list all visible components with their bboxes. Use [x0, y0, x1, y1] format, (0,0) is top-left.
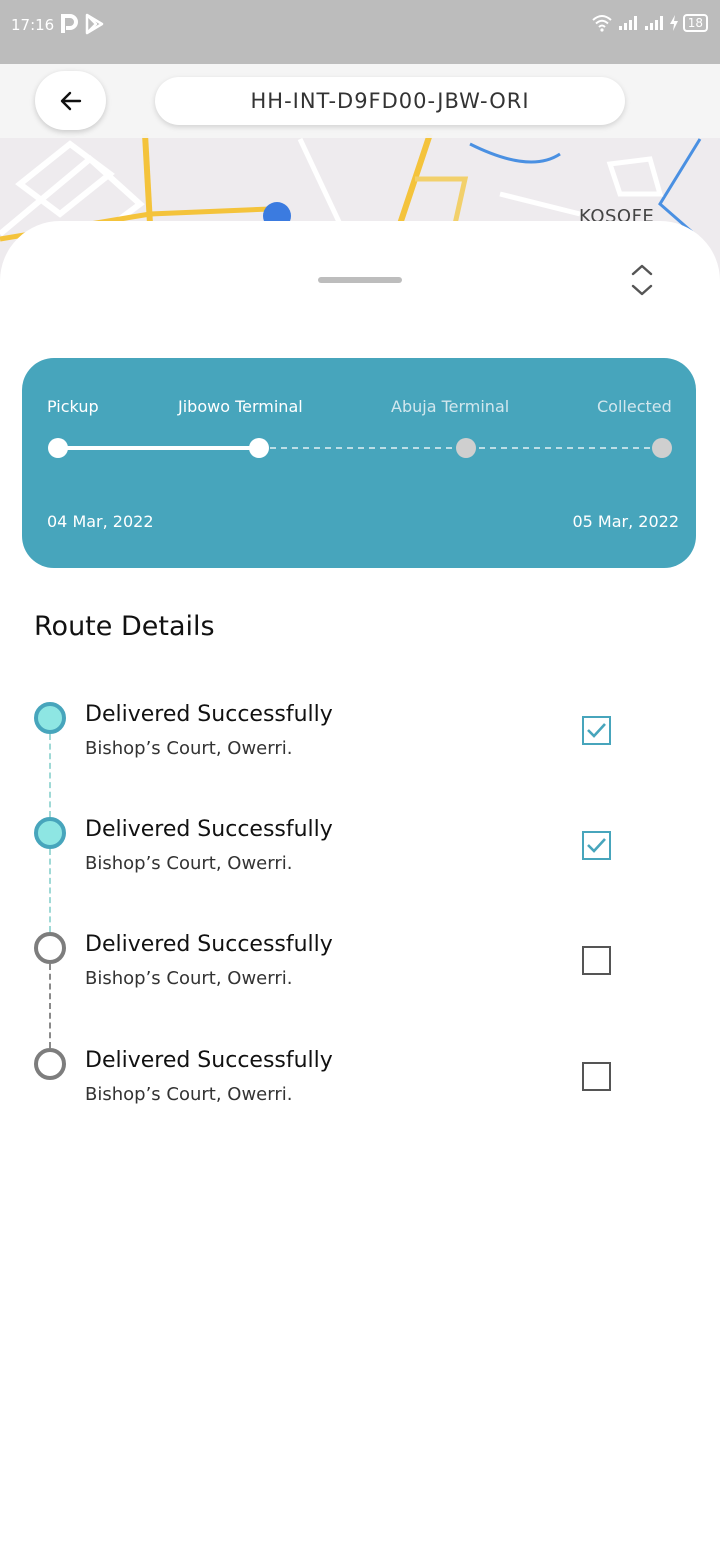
route-item: Delivered Successfully Bishop’s Court, O…	[0, 817, 720, 917]
checkmark-icon	[587, 838, 606, 853]
end-date: 05 Mar, 2022	[572, 512, 679, 531]
route-status-dot	[34, 1048, 66, 1080]
stage-label-jibowo: Jibowo Terminal	[178, 397, 303, 416]
status-system-icons: 18	[591, 14, 708, 32]
p-app-icon	[61, 14, 78, 33]
route-item: Delivered Successfully Bishop’s Court, O…	[0, 1048, 720, 1148]
route-status-dot	[34, 932, 66, 964]
start-date: 04 Mar, 2022	[47, 512, 154, 531]
checkmark-icon	[587, 723, 606, 738]
shipment-progress-card: Pickup Jibowo Terminal Abuja Terminal Co…	[22, 358, 696, 568]
arrow-left-icon	[60, 91, 81, 110]
route-item-location: Bishop’s Court, Owerri.	[85, 968, 293, 989]
route-item-status: Delivered Successfully	[85, 702, 333, 727]
signal-icon	[618, 16, 637, 30]
route-status-dot	[34, 817, 66, 849]
tracking-id-text: HH-INT-D9FD00-JBW-ORI	[250, 89, 530, 113]
status-app-icons	[60, 13, 104, 35]
route-item-checkbox[interactable]	[582, 831, 611, 860]
status-time: 17:16	[11, 16, 55, 34]
status-bar: 17:16 18	[0, 0, 720, 64]
tracking-id-field[interactable]: HH-INT-D9FD00-JBW-ORI	[155, 77, 625, 125]
progress-dot-collected	[652, 438, 672, 458]
stage-label-pickup: Pickup	[47, 397, 99, 416]
progress-track	[48, 438, 672, 458]
stage-label-collected: Collected	[597, 397, 672, 416]
signal-icon	[644, 16, 663, 30]
battery-indicator: 18	[682, 14, 708, 32]
route-details-title: Route Details	[34, 611, 215, 642]
drag-handle[interactable]	[318, 277, 402, 283]
charging-icon	[669, 15, 678, 31]
stage-label-abuja: Abuja Terminal	[391, 397, 510, 416]
progress-dot-pickup	[48, 438, 68, 458]
back-button[interactable]	[35, 71, 106, 130]
route-item-checkbox[interactable]	[582, 1062, 611, 1091]
bottom-sheet: Pickup Jibowo Terminal Abuja Terminal Co…	[0, 221, 720, 1548]
route-item-status: Delivered Successfully	[85, 817, 333, 842]
route-item-status: Delivered Successfully	[85, 932, 333, 957]
route-item: Delivered Successfully Bishop’s Court, O…	[0, 702, 720, 802]
play-store-icon	[85, 13, 104, 35]
route-item-location: Bishop’s Court, Owerri.	[85, 853, 293, 874]
route-status-dot	[34, 702, 66, 734]
progress-dot-abuja	[456, 438, 476, 458]
route-item-status: Delivered Successfully	[85, 1048, 333, 1073]
progress-dot-jibowo	[249, 438, 269, 458]
route-item-location: Bishop’s Court, Owerri.	[85, 1084, 293, 1105]
route-item-location: Bishop’s Court, Owerri.	[85, 738, 293, 759]
route-item-checkbox[interactable]	[582, 946, 611, 975]
route-item-checkbox[interactable]	[582, 716, 611, 745]
wifi-icon	[592, 15, 612, 32]
expand-collapse-icon[interactable]	[628, 261, 656, 299]
route-item: Delivered Successfully Bishop’s Court, O…	[0, 932, 720, 1032]
